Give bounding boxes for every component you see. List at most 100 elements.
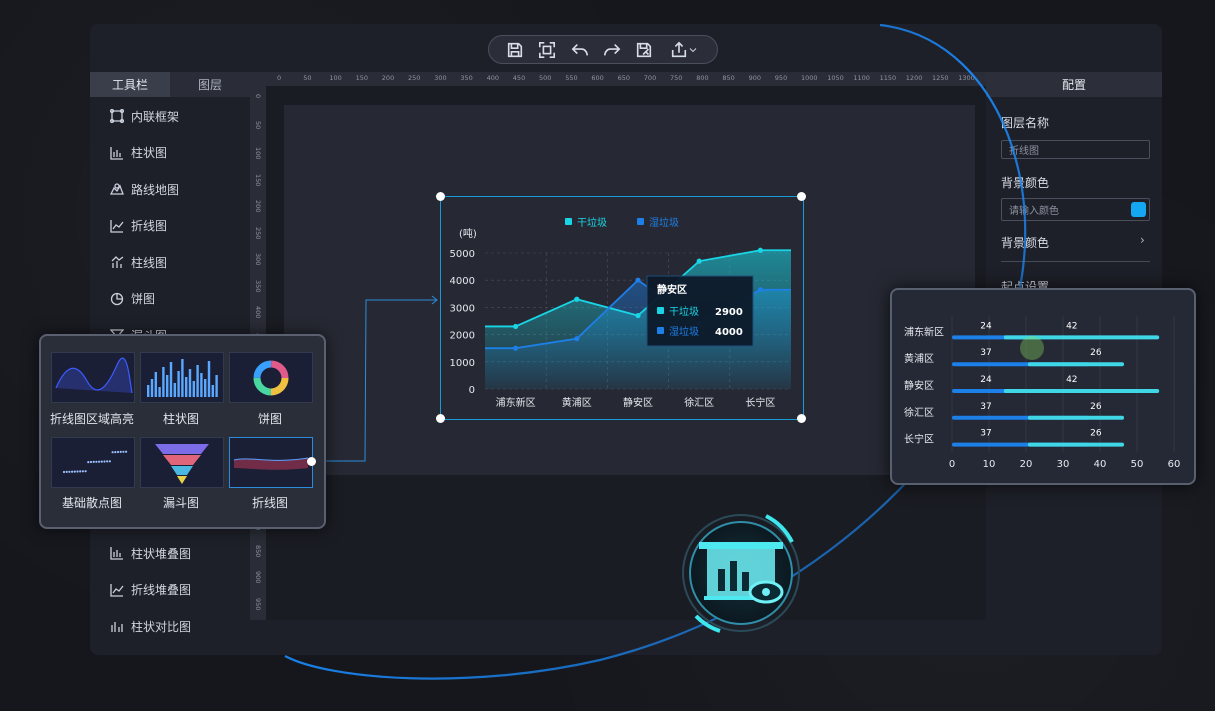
template-thumb-bar[interactable] [140, 352, 224, 403]
thumb-point [68, 470, 71, 473]
ruler-tick-label: 100 [254, 147, 262, 160]
save-as-button[interactable] [633, 39, 655, 61]
template-thumb-line[interactable] [229, 437, 313, 488]
left-panel-tabs: 工具栏 图层 [90, 72, 250, 97]
data-point [757, 287, 763, 293]
bar-line-chart-icon [110, 255, 124, 269]
redo-button[interactable] [601, 39, 623, 61]
chevron-right-icon[interactable]: › [1140, 233, 1145, 247]
x-tick-label: 10 [983, 459, 996, 470]
component-item-bar-compare[interactable]: 柱状对比图 [90, 608, 250, 645]
component-item-bar[interactable]: 柱状图 [90, 135, 250, 172]
thumb-point [95, 460, 98, 463]
iframe-icon [109, 109, 125, 124]
tab-toolbar[interactable]: 工具栏 [90, 72, 170, 97]
scatter-thumb-icon [62, 450, 128, 474]
ruler-tick-label: 600 [591, 74, 604, 82]
bg-color-input[interactable]: 请输入颜色 [1001, 198, 1150, 221]
component-item-bar-line[interactable]: 柱线图 [90, 244, 250, 281]
tooltip-series-name: 干垃圾 [669, 305, 699, 318]
component-item-stacked-line[interactable]: 折线堆叠图 [90, 572, 250, 609]
bg-color-label: 背景颜色 [1001, 176, 1050, 190]
area-line-thumb-icon [55, 357, 133, 394]
component-item-stacked-bar[interactable]: 柱状堆叠图 [90, 535, 250, 572]
legend-swatch [565, 218, 572, 225]
component-label: 路线地图 [131, 182, 180, 197]
template-thumb-funnel[interactable] [140, 437, 224, 488]
divider [1001, 261, 1150, 262]
thumb-bar [162, 367, 165, 397]
resize-handle-bottom-right[interactable] [797, 414, 806, 423]
line-chart-icon [110, 219, 124, 233]
undo-icon [571, 43, 588, 55]
template-label: 柱状图 [162, 412, 199, 426]
component-item-route-map[interactable]: 路线地图 [90, 171, 250, 208]
ruler-tick-label: 0 [277, 74, 282, 82]
data-point [513, 345, 519, 351]
y-tick-label: 5000 [450, 249, 475, 260]
template-label: 漏斗图 [162, 496, 199, 510]
legend-swatch [637, 218, 644, 225]
ruler-tick-label: 700 [643, 74, 657, 82]
thumb-bar [200, 373, 203, 397]
legend-label: 干垃圾 [577, 216, 607, 229]
thumb-bar [188, 369, 192, 397]
component-label: 柱状堆叠图 [131, 546, 192, 561]
preview-badge[interactable] [680, 512, 802, 634]
thumb-point [119, 450, 122, 453]
ruler-tick-label: 0 [254, 94, 262, 99]
bg-color-section-label[interactable]: 背景颜色 [1001, 234, 1049, 251]
thumb-bar [196, 365, 199, 397]
x-tick-label: 长宁区 [745, 396, 775, 409]
thumb-point [81, 470, 84, 473]
resize-handle-top-right[interactable] [797, 192, 806, 201]
color-swatch[interactable] [1131, 202, 1146, 217]
y-tick-label: 黄浦区 [904, 352, 934, 365]
ruler-tick-label: 500 [539, 74, 552, 82]
component-item-iframe[interactable]: 内联框架 [90, 98, 250, 135]
bar-value-label: 42 [1066, 375, 1077, 385]
ruler-tick-label: 750 [670, 74, 683, 82]
ruler-tick-label: 850 [722, 74, 735, 82]
thumb-bar [181, 359, 184, 397]
thumb-point [98, 460, 101, 463]
thumb-point [62, 470, 66, 474]
template-thumb-pie[interactable] [229, 352, 313, 403]
component-list: 内联框架 柱状图 路线地图 折线图 柱线图 饼图 漏斗图 [90, 98, 250, 354]
redo-icon [604, 43, 621, 55]
thumb-bar [169, 362, 173, 397]
component-item-pie[interactable]: 饼图 [90, 281, 250, 318]
thumb-point [114, 451, 117, 454]
y-tick-label: 1000 [450, 358, 475, 369]
export-button[interactable] [666, 39, 702, 61]
resize-handle-top-left[interactable] [436, 192, 445, 201]
template-thumb-scatter[interactable] [51, 437, 135, 488]
fullscreen-button[interactable] [536, 39, 558, 61]
x-tick-label: 0 [949, 459, 955, 470]
component-label: 柱线图 [131, 255, 168, 270]
bar-segment [1027, 362, 1125, 367]
ruler-tick-label: 300 [254, 253, 262, 266]
component-item-line[interactable]: 折线图 [90, 208, 250, 245]
y-tick-label: 3000 [450, 303, 475, 314]
save-as-icon [637, 42, 652, 57]
chart-preview-eye-icon [682, 514, 800, 633]
config-panel-header: 配置 [986, 72, 1162, 97]
ruler-tick-label: 50 [254, 120, 262, 129]
selected-chart-component[interactable]: 0 1000 2000 3000 4000 5000 浦东新区 黄浦区 静安区 徐汇区 长宁区 (吨)… [440, 196, 804, 420]
template-thumb-area-line[interactable] [51, 352, 135, 403]
thumb-bar [154, 372, 157, 397]
component-label: 饼图 [131, 292, 156, 307]
export-icon [671, 41, 686, 57]
save-button[interactable] [504, 39, 526, 61]
component-label: 折线堆叠图 [131, 583, 192, 598]
fullscreen-icon [539, 41, 556, 58]
thumb-bar [215, 375, 218, 397]
resize-handle-bottom-left[interactable] [436, 414, 445, 423]
horizontal-bar-chart: 0 10 20 30 40 50 60 浦东新区 24 42 黄浦区 37 26 静安区 24 42 徐汇区 37… [904, 316, 1180, 470]
layer-name-input[interactable]: 折线图 [1001, 140, 1150, 159]
component-list-lower: 柱状堆叠图 折线堆叠图 柱状对比图 [90, 535, 250, 645]
undo-button[interactable] [569, 39, 591, 61]
template-label: 折线图区域高亮 [49, 412, 134, 426]
tab-layers[interactable]: 图层 [170, 72, 250, 97]
